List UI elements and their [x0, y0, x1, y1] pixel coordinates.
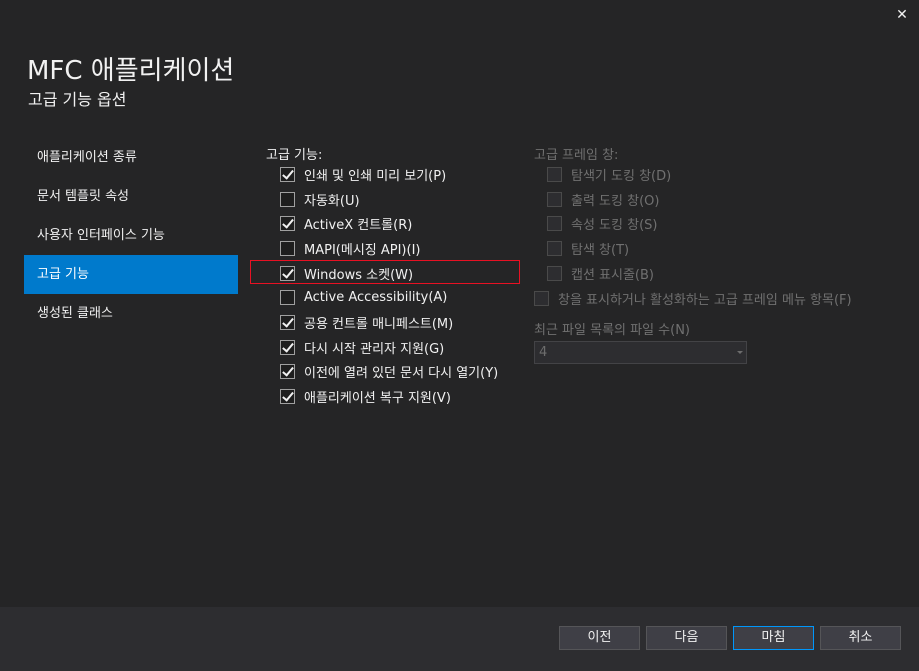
- option-restart-manager[interactable]: 다시 시작 관리자 지원(G): [280, 335, 498, 360]
- checkbox-icon[interactable]: [534, 290, 549, 306]
- option-app-recovery[interactable]: 애플리케이션 복구 지원(V): [280, 384, 498, 409]
- option-label: 공용 컨트롤 매니페스트(M): [304, 316, 454, 332]
- option-label: ActiveX 컨트롤(R): [304, 218, 413, 234]
- highlight-frame: [250, 260, 520, 284]
- checkbox-icon[interactable]: [547, 191, 562, 207]
- nav-item-app-type[interactable]: 애플리케이션 종류: [24, 138, 238, 177]
- menu-option-list: 창을 표시하거나 활성화하는 고급 프레임 메뉴 항목(F): [534, 286, 852, 311]
- checkbox-icon[interactable]: [280, 314, 295, 330]
- checkbox-icon[interactable]: [280, 290, 295, 306]
- dialog-subtitle: 고급 기능 옵션: [28, 90, 127, 109]
- option-navigation-pane[interactable]: 탐색 창(T): [547, 236, 671, 261]
- option-label: 애플리케이션 복구 지원(V): [304, 391, 451, 407]
- checkbox-icon[interactable]: [547, 240, 562, 256]
- option-label: 탐색기 도킹 창(D): [571, 168, 672, 184]
- mru-count-label: 최근 파일 목록의 파일 수(N): [534, 323, 690, 338]
- option-reopen-documents[interactable]: 이전에 열려 있던 문서 다시 열기(Y): [280, 360, 498, 385]
- option-label: 탐색 창(T): [571, 242, 630, 258]
- mru-count-select[interactable]: 4: [534, 341, 747, 364]
- advanced-features-list: 인쇄 및 인쇄 미리 보기(P) 자동화(U) ActiveX 컨트롤(R) M…: [280, 162, 498, 409]
- frame-panes-label: 고급 프레임 창:: [534, 148, 619, 163]
- option-label: Active Accessibility(A): [304, 290, 448, 306]
- checkbox-icon[interactable]: [547, 216, 562, 232]
- nav-item-advanced-features[interactable]: 고급 기능: [24, 255, 238, 294]
- cancel-button[interactable]: 취소: [820, 626, 901, 650]
- checkbox-icon[interactable]: [280, 339, 295, 355]
- option-label: 속성 도킹 창(S): [571, 218, 658, 234]
- nav-item-ui-features[interactable]: 사용자 인터페이스 기능: [24, 216, 238, 255]
- option-label: 이전에 열려 있던 문서 다시 열기(Y): [304, 366, 499, 382]
- mru-count-value: 4: [539, 345, 548, 360]
- nav-item-generated-classes[interactable]: 생성된 클래스: [24, 294, 238, 333]
- previous-button[interactable]: 이전: [559, 626, 640, 650]
- option-common-control-manifest[interactable]: 공용 컨트롤 매니페스트(M): [280, 310, 498, 335]
- nav-item-doc-template[interactable]: 문서 템플릿 속성: [24, 177, 238, 216]
- dialog-window: ✕ MFC 애플리케이션 고급 기능 옵션 애플리케이션 종류 문서 템플릿 속…: [0, 0, 919, 671]
- option-output-pane[interactable]: 출력 도킹 창(O): [547, 187, 671, 212]
- option-label: 인쇄 및 인쇄 미리 보기(P): [304, 168, 447, 184]
- wizard-nav: 애플리케이션 종류 문서 템플릿 속성 사용자 인터페이스 기능 고급 기능 생…: [24, 138, 238, 333]
- option-label: 창을 표시하거나 활성화하는 고급 프레임 메뉴 항목(F): [558, 292, 852, 308]
- checkbox-icon[interactable]: [280, 240, 295, 256]
- close-icon[interactable]: ✕: [891, 4, 913, 26]
- checkbox-icon[interactable]: [280, 364, 295, 380]
- frame-panes-list: 탐색기 도킹 창(D) 출력 도킹 창(O) 속성 도킹 창(S) 탐색 창(T…: [547, 162, 671, 285]
- option-label: MAPI(메시징 API)(I): [304, 242, 421, 258]
- advanced-features-label: 고급 기능:: [266, 148, 323, 163]
- option-mapi[interactable]: MAPI(메시징 API)(I): [280, 236, 498, 261]
- next-button[interactable]: 다음: [646, 626, 727, 650]
- option-properties-pane[interactable]: 속성 도킹 창(S): [547, 211, 671, 236]
- checkbox-icon[interactable]: [280, 389, 295, 405]
- option-label: 다시 시작 관리자 지원(G): [304, 341, 445, 357]
- finish-button[interactable]: 마침: [733, 626, 814, 650]
- option-caption-bar[interactable]: 캡션 표시줄(B): [547, 261, 671, 286]
- option-automation[interactable]: 자동화(U): [280, 187, 498, 212]
- option-activex[interactable]: ActiveX 컨트롤(R): [280, 211, 498, 236]
- option-frame-menu-items[interactable]: 창을 표시하거나 활성화하는 고급 프레임 메뉴 항목(F): [534, 286, 852, 311]
- checkbox-icon[interactable]: [547, 265, 562, 281]
- chevron-down-icon: [737, 351, 743, 354]
- checkbox-icon[interactable]: [280, 166, 295, 182]
- dialog-title: MFC 애플리케이션: [27, 56, 235, 86]
- checkbox-icon[interactable]: [280, 191, 295, 207]
- option-label: 자동화(U): [304, 193, 360, 209]
- checkbox-icon[interactable]: [547, 166, 562, 182]
- option-label: 출력 도킹 창(O): [571, 193, 660, 209]
- option-print-preview[interactable]: 인쇄 및 인쇄 미리 보기(P): [280, 162, 498, 187]
- checkbox-icon[interactable]: [280, 216, 295, 232]
- option-explorer-pane[interactable]: 탐색기 도킹 창(D): [547, 162, 671, 187]
- option-label: 캡션 표시줄(B): [571, 267, 654, 283]
- option-active-accessibility[interactable]: Active Accessibility(A): [280, 285, 498, 310]
